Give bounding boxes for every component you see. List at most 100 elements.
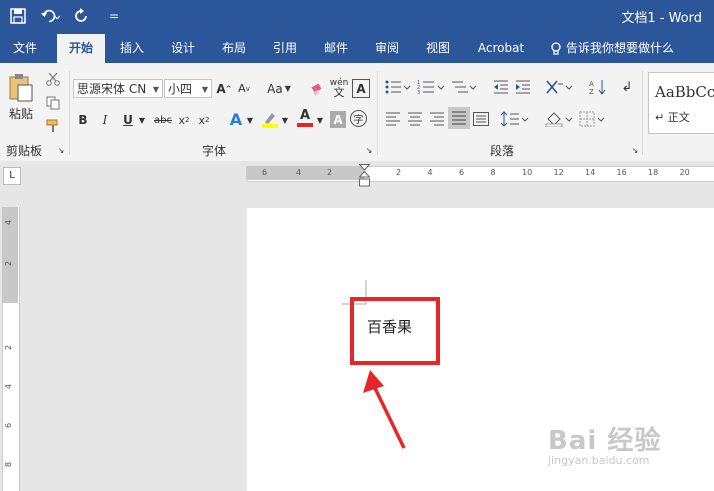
chevron-down-icon: ▼ (284, 84, 291, 93)
group-divider (69, 71, 70, 155)
ruler-number: 12 (553, 168, 564, 177)
font-name-combo[interactable]: 思源宋体 CN ▼ (73, 79, 163, 98)
change-case-button[interactable]: Aa ▼ (264, 79, 294, 98)
show-formatting-marks-icon[interactable]: ↲ (620, 77, 634, 97)
shading-icon[interactable] (544, 109, 574, 129)
paste-icon[interactable] (6, 71, 36, 105)
change-case-label: Aa (267, 81, 283, 96)
ruler-number: 4 (427, 168, 433, 177)
ruler-number: 2 (327, 168, 333, 177)
underline-icon[interactable]: U (120, 111, 136, 129)
font-launcher-icon[interactable]: ↘ (364, 145, 374, 155)
highlight-color-icon[interactable] (260, 109, 280, 129)
line-spacing-icon[interactable] (500, 109, 530, 129)
ruler-number: 10 (522, 168, 533, 177)
tab-home[interactable]: 开始 (57, 34, 105, 63)
clipboard-launcher-icon[interactable]: ↘ (56, 145, 66, 155)
chevron-down-icon[interactable]: ▼ (246, 113, 254, 127)
increase-indent-icon[interactable] (514, 77, 532, 97)
superscript-icon[interactable]: x2 (196, 111, 212, 129)
chinese-layout-icon[interactable] (544, 77, 574, 97)
ruler-number: 6 (4, 422, 14, 429)
style-normal-label: ↵ 正文 (655, 111, 690, 124)
tab-view[interactable]: 视图 (416, 34, 460, 63)
watermark: Bai 经验 jingyan.baidu.com (548, 420, 661, 467)
svg-text:3: 3 (417, 90, 420, 95)
tab-acrobat[interactable]: Acrobat (472, 34, 530, 63)
highlight-box (350, 297, 440, 365)
chevron-down-icon[interactable]: ▼ (281, 113, 289, 127)
ruler-number: 16 (616, 168, 627, 177)
undo-icon[interactable] (40, 6, 60, 26)
chevron-down-icon[interactable]: ▼ (316, 113, 324, 127)
chevron-down-icon[interactable]: ▼ (138, 113, 146, 127)
align-right-icon[interactable] (428, 109, 446, 129)
paste-button[interactable]: 粘贴 (6, 105, 36, 121)
justify-icon[interactable] (448, 107, 470, 129)
ruler-number: 18 (648, 168, 659, 177)
phonetic-guide-button[interactable]: wén 文 (330, 77, 349, 99)
save-icon[interactable] (8, 6, 28, 26)
ruler-number: 14 (585, 168, 596, 177)
distributed-icon[interactable] (472, 109, 490, 129)
font-name-value: 思源宋体 CN (77, 82, 147, 96)
title-bar: = 文档1 - Word (0, 0, 714, 34)
ribbon: 粘贴 剪贴板 ↘ 思源宋体 CN ▼ 小四 ▼ A ^ Av Aa ▼ wén 文 A B… (0, 63, 714, 162)
chevron-down-icon: ▼ (201, 85, 208, 94)
cut-icon[interactable] (44, 71, 62, 87)
svg-text:Z: Z (589, 88, 594, 95)
paragraph-launcher-icon[interactable]: ↘ (630, 145, 640, 155)
tab-references[interactable]: 引用 (263, 34, 307, 63)
tell-me-label: 告诉我你想要做什么 (566, 41, 675, 55)
tell-me-box[interactable]: 告诉我你想要做什么 (550, 34, 674, 63)
clipboard-group-label: 剪贴板 (6, 144, 43, 158)
tab-review[interactable]: 审阅 (365, 34, 409, 63)
ruler-number: 4 (296, 168, 302, 177)
watermark-brand: Bai 经验 (548, 426, 662, 456)
ruler-number: 2 (4, 260, 14, 267)
style-normal[interactable]: AaBbCc ↵ 正文 (648, 72, 714, 134)
tab-selector[interactable]: L (3, 167, 21, 185)
bold-icon[interactable]: B (76, 111, 90, 129)
chevron-down-icon: ▼ (152, 85, 159, 94)
grow-font-icon[interactable]: A ^ (216, 79, 232, 98)
font-color-icon[interactable]: A (296, 107, 314, 129)
group-divider (642, 71, 643, 155)
align-center-icon[interactable] (406, 109, 424, 129)
tab-layout[interactable]: 布局 (212, 34, 256, 63)
borders-icon[interactable] (578, 109, 608, 129)
sort-icon[interactable]: AZ (588, 77, 608, 97)
ruler-number: 4 (4, 219, 14, 226)
redo-icon[interactable] (72, 6, 92, 26)
subscript-icon[interactable]: x2 (176, 111, 192, 129)
clear-formatting-icon[interactable] (308, 79, 326, 98)
text-effects-icon[interactable]: A (226, 109, 246, 129)
tab-mailings[interactable]: 邮件 (314, 34, 358, 63)
enclose-characters-icon[interactable]: 字 (350, 110, 367, 127)
character-shading-icon[interactable]: A (330, 111, 346, 128)
copy-icon[interactable] (44, 95, 62, 111)
font-size-value: 小四 (168, 82, 193, 96)
decrease-indent-icon[interactable] (492, 77, 510, 97)
paragraph-group-label: 段落 (490, 144, 515, 158)
ruler-number: 6 (262, 168, 268, 177)
format-painter-icon[interactable] (44, 118, 62, 134)
multilevel-list-icon[interactable] (450, 77, 478, 97)
strikethrough-icon[interactable]: abc (152, 111, 174, 129)
font-size-combo[interactable]: 小四 ▼ (164, 79, 212, 98)
tab-design[interactable]: 设计 (161, 34, 205, 63)
tab-insert[interactable]: 插入 (110, 34, 154, 63)
shrink-font-icon[interactable]: Av (236, 79, 252, 98)
italic-icon[interactable]: I (98, 111, 112, 129)
watermark-url: jingyan.baidu.com (548, 454, 650, 467)
bullets-icon[interactable] (384, 77, 412, 97)
numbering-icon[interactable]: 123 (416, 77, 446, 97)
indent-marker[interactable] (358, 164, 371, 190)
ruler-number: 8 (4, 461, 14, 468)
customize-toolbar-icon[interactable]: = (104, 6, 124, 26)
character-border-icon[interactable]: A (352, 79, 370, 98)
ruler-number: 4 (4, 383, 14, 390)
font-group-label: 字体 (202, 144, 227, 158)
align-left-icon[interactable] (384, 109, 402, 129)
tab-file[interactable]: 文件 (0, 34, 50, 63)
